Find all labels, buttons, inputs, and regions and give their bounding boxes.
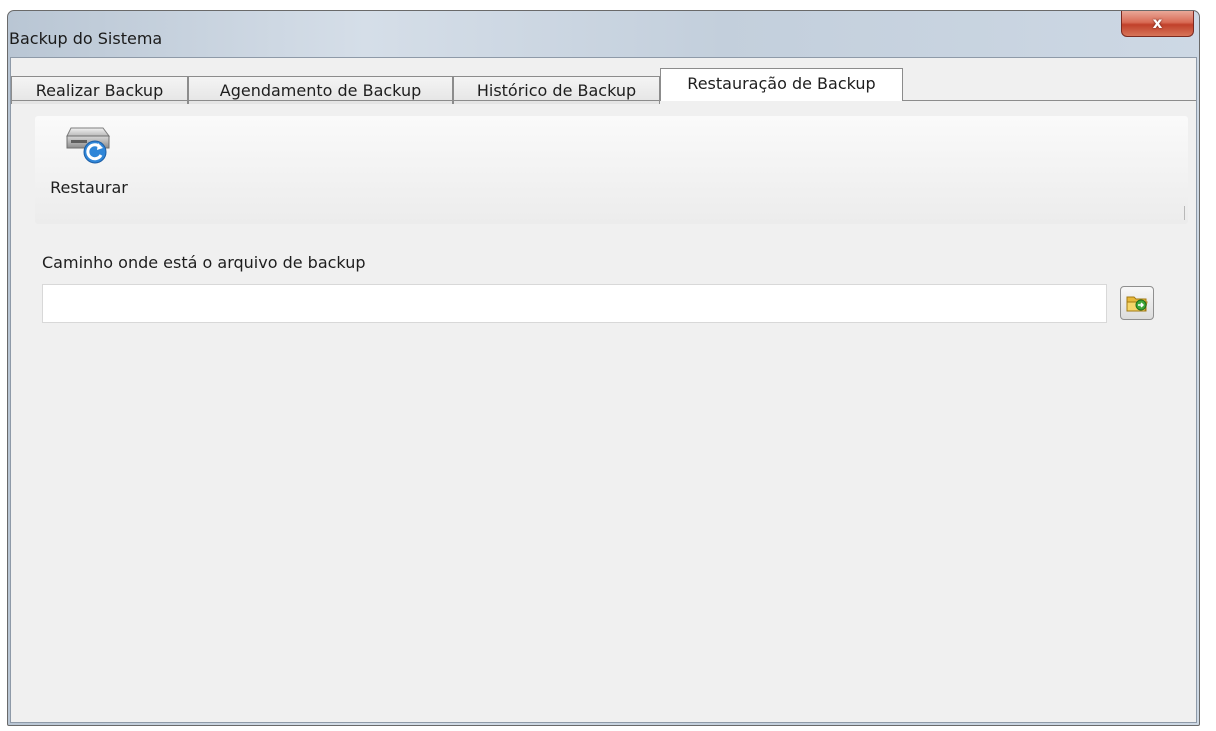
path-label: Caminho onde está o arquivo de backup <box>42 253 366 272</box>
drive-restore-icon <box>66 127 110 164</box>
close-button[interactable]: x <box>1121 11 1194 37</box>
browse-button[interactable] <box>1120 286 1154 320</box>
tab-restauracao-de-backup[interactable]: Restauração de Backup <box>660 68 903 101</box>
tab-strip: Realizar Backup Agendamento de Backup Hi… <box>11 58 1196 104</box>
close-icon: x <box>1152 14 1163 32</box>
backup-path-input[interactable] <box>42 284 1107 323</box>
restore-label: Restaurar <box>50 178 128 197</box>
tab-divider <box>11 100 1196 101</box>
toolbar: Restaurar <box>35 116 1188 224</box>
title-bar[interactable]: Backup do Sistema x <box>8 11 1199 57</box>
toolbar-grip <box>1184 206 1185 220</box>
backup-window: Backup do Sistema x Realizar Backup Agen… <box>7 10 1200 726</box>
client-area: Realizar Backup Agendamento de Backup Hi… <box>10 57 1197 723</box>
restore-button[interactable]: Restaurar <box>41 120 137 206</box>
folder-open-icon <box>1126 296 1148 312</box>
window-title: Backup do Sistema <box>9 29 163 48</box>
